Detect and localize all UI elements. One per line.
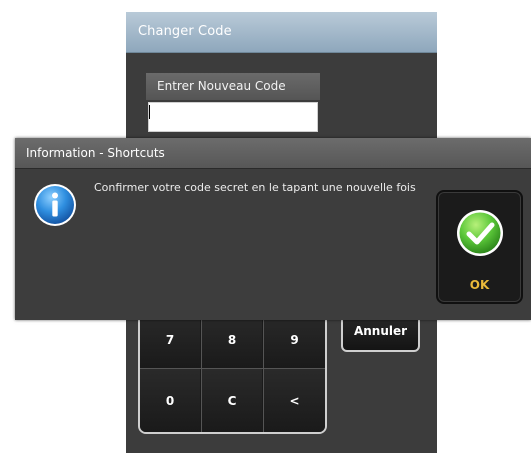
keypad-divider [263, 312, 264, 432]
key-9[interactable]: 9 [264, 312, 325, 368]
key-clear[interactable]: C [202, 369, 262, 432]
check-icon [457, 210, 503, 256]
numeric-keypad: 7 8 9 0 C < [138, 310, 327, 434]
ok-label: OK [469, 278, 490, 292]
information-dialog: Information - Shortcuts Confirmer votre … [15, 138, 531, 320]
dialog-title-bar: Information - Shortcuts [15, 138, 531, 169]
dialog-title: Information - Shortcuts [26, 146, 165, 160]
ok-button[interactable]: OK [436, 190, 523, 304]
key-backspace[interactable]: < [264, 369, 325, 432]
window-title: Changer Code [138, 24, 232, 39]
key-0[interactable]: 0 [140, 369, 200, 432]
key-7[interactable]: 7 [140, 312, 200, 368]
keypad-divider [140, 368, 325, 369]
info-icon [34, 184, 76, 226]
new-code-label: Entrer Nouveau Code [146, 73, 320, 100]
change-code-title-bar: Changer Code [126, 12, 437, 53]
new-code-input[interactable] [148, 102, 318, 132]
text-caret [149, 105, 150, 119]
keypad-divider [201, 312, 202, 432]
dialog-message: Confirmer votre code secret en le tapant… [94, 181, 416, 194]
key-8[interactable]: 8 [202, 312, 262, 368]
